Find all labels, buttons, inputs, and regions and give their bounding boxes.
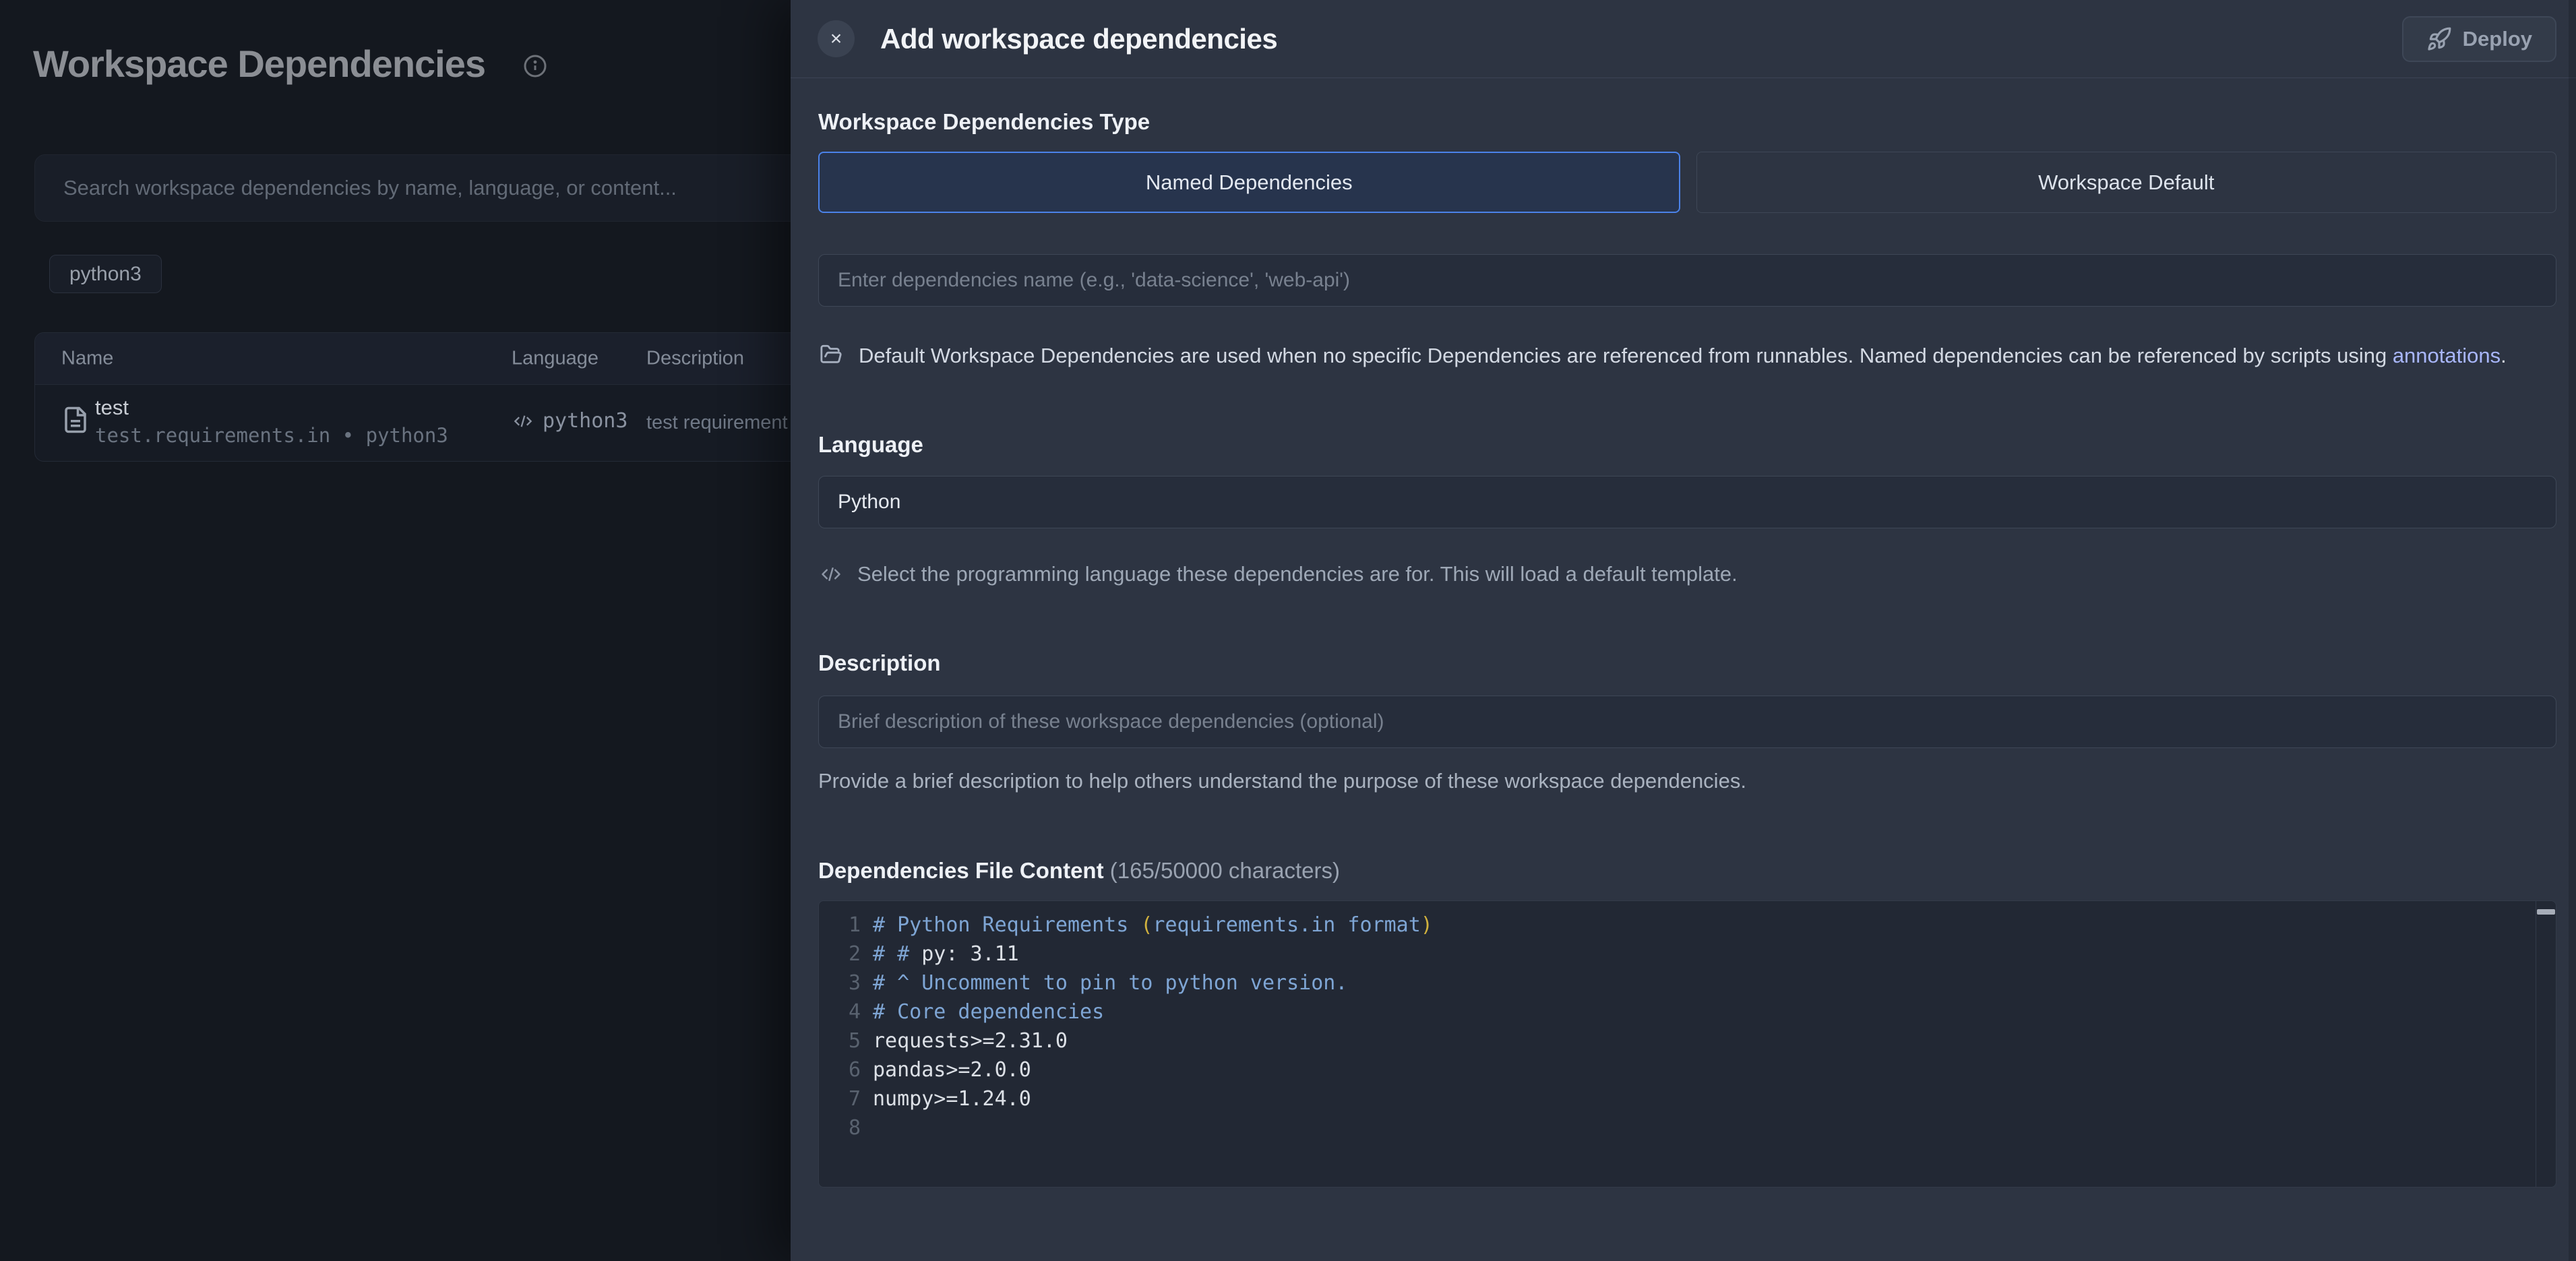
info-icon[interactable] bbox=[523, 54, 547, 78]
dependencies-file-editor[interactable]: 1 # Python Requirements (requirements.in … bbox=[818, 900, 2556, 1188]
language-hint: Select the programming language these de… bbox=[818, 562, 2556, 586]
code-line-3: 3 # ^ Uncomment to pin to python version. bbox=[831, 968, 2556, 997]
description-hint: Provide a brief description to help othe… bbox=[818, 769, 2556, 793]
code-icon bbox=[512, 412, 534, 431]
add-workspace-dependencies-drawer: × Add workspace dependencies Deploy Work… bbox=[791, 0, 2576, 1261]
code-line-5: 5 requests>=2.31.0 bbox=[831, 1026, 2556, 1055]
drawer-scrollbar-gutter[interactable] bbox=[2569, 0, 2576, 1261]
close-button[interactable]: × bbox=[818, 20, 855, 57]
column-header-description: Description bbox=[646, 348, 744, 370]
folder-open-icon bbox=[818, 343, 844, 366]
code-line-1: 1 # Python Requirements (requirements.in … bbox=[831, 911, 2556, 940]
line-number: 4 bbox=[831, 1000, 861, 1024]
annotations-link[interactable]: annotations bbox=[2393, 344, 2501, 367]
char-count-value: (165/50000 characters) bbox=[1110, 858, 1340, 883]
code-line-6: 6 pandas>=2.0.0 bbox=[831, 1055, 2556, 1084]
file-content-section-label: Dependencies File Content (165/50000 cha… bbox=[818, 857, 2556, 884]
info-text-period: . bbox=[2501, 344, 2507, 367]
filter-chip-python3[interactable]: python3 bbox=[49, 255, 162, 293]
drawer-header: × Add workspace dependencies Deploy bbox=[791, 0, 2576, 78]
code-text: # # py: 3.11 bbox=[873, 942, 1019, 966]
drawer-title: Add workspace dependencies bbox=[880, 23, 1277, 55]
row-name: test bbox=[95, 396, 129, 420]
code-icon bbox=[818, 564, 844, 584]
line-number: 6 bbox=[831, 1058, 861, 1082]
editor-scrollbar-thumb[interactable] bbox=[2537, 909, 2555, 915]
editor-scrollbar bbox=[2536, 901, 2556, 1187]
deploy-button[interactable]: Deploy bbox=[2402, 16, 2556, 62]
type-section-label: Workspace Dependencies Type bbox=[818, 109, 2556, 135]
info-paragraph: Default Workspace Dependencies are used … bbox=[818, 338, 2556, 373]
code-lines: 1 # Python Requirements (requirements.in … bbox=[819, 901, 2556, 1142]
code-text: pandas>=2.0.0 bbox=[873, 1058, 1031, 1082]
info-text: Default Workspace Dependencies are used … bbox=[859, 344, 2393, 367]
close-icon: × bbox=[830, 29, 842, 49]
column-header-name: Name bbox=[61, 348, 113, 370]
language-hint-text: Select the programming language these de… bbox=[857, 562, 1738, 586]
line-number: 8 bbox=[831, 1116, 861, 1140]
screen: Workspace Dependencies python3 Name Lang… bbox=[0, 0, 2576, 1261]
line-number: 7 bbox=[831, 1087, 861, 1111]
column-header-language: Language bbox=[512, 348, 599, 370]
type-option-workspace-default[interactable]: Workspace Default bbox=[1696, 152, 2557, 213]
type-options: Named Dependencies Workspace Default bbox=[818, 152, 2556, 213]
code-line-2: 2 # # py: 3.11 bbox=[831, 940, 2556, 968]
language-section-label: Language bbox=[818, 431, 2556, 458]
line-number: 1 bbox=[831, 913, 861, 937]
code-text: numpy>=1.24.0 bbox=[873, 1087, 1031, 1111]
code-line-7: 7 numpy>=1.24.0 bbox=[831, 1084, 2556, 1113]
drawer-body: Workspace Dependencies Type Named Depend… bbox=[791, 78, 2576, 1188]
page-title: Workspace Dependencies bbox=[33, 42, 485, 86]
code-text: requests>=2.31.0 bbox=[873, 1029, 1068, 1053]
code-text: # ^ Uncomment to pin to python version. bbox=[873, 971, 1347, 995]
dependencies-name-input[interactable] bbox=[818, 254, 2556, 307]
file-content-label-text: Dependencies File Content bbox=[818, 858, 1104, 883]
deploy-label: Deploy bbox=[2463, 27, 2532, 51]
row-description: test requirement bbox=[646, 412, 788, 434]
line-number: 3 bbox=[831, 971, 861, 995]
code-line-8: 8 bbox=[831, 1113, 2556, 1142]
language-select[interactable]: Python bbox=[818, 476, 2556, 528]
description-input[interactable] bbox=[818, 696, 2556, 748]
code-line-4: 4 # Core dependencies bbox=[831, 997, 2556, 1026]
workspace-dependencies-page: Workspace Dependencies python3 Name Lang… bbox=[0, 0, 791, 1261]
row-meta: test.requirements.in • python3 bbox=[95, 424, 448, 447]
row-language: python3 bbox=[512, 409, 627, 433]
description-section-label: Description bbox=[818, 650, 2556, 677]
code-text: # Core dependencies bbox=[873, 1000, 1104, 1024]
rocket-icon bbox=[2426, 26, 2452, 52]
type-option-named-dependencies[interactable]: Named Dependencies bbox=[818, 152, 1680, 213]
line-number: 5 bbox=[831, 1029, 861, 1053]
row-language-text: python3 bbox=[543, 409, 627, 433]
code-text: # Python Requirements (requirements.in f… bbox=[873, 913, 1433, 937]
language-select-value: Python bbox=[838, 491, 900, 514]
line-number: 2 bbox=[831, 942, 861, 966]
file-icon bbox=[61, 404, 90, 436]
